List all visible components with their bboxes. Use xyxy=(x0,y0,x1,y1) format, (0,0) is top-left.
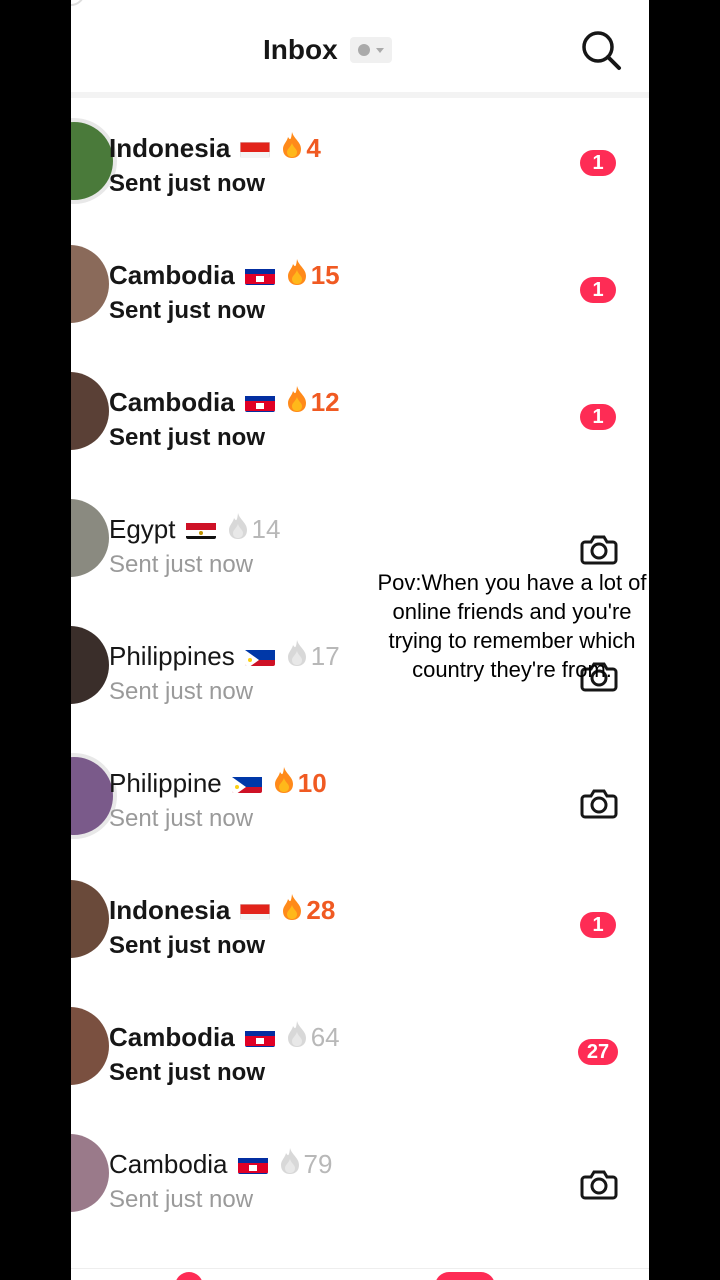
flame-icon xyxy=(285,258,309,293)
contact-name: Philippines xyxy=(109,640,235,671)
streak: 14 xyxy=(226,512,281,547)
message-status: Sent just now xyxy=(109,424,265,451)
streak-count: 15 xyxy=(310,259,340,290)
unread-badge: 27 xyxy=(578,1039,618,1065)
message-status: Sent just now xyxy=(109,170,265,197)
flame-icon xyxy=(272,766,296,801)
message-status: Sent just now xyxy=(109,805,254,832)
streak: 17 xyxy=(285,639,340,674)
streak-count: 12 xyxy=(310,386,340,417)
conversation-row[interactable]: Indonesia 4 Sent just now 1 xyxy=(71,118,649,251)
inbox-header: Inbox xyxy=(71,0,649,98)
page-title: Inbox xyxy=(263,34,338,65)
flame-icon xyxy=(285,385,309,420)
streak-count: 64 xyxy=(310,1021,340,1052)
unread-badge: 1 xyxy=(580,912,616,938)
camera-icon[interactable] xyxy=(579,529,619,569)
conversation-title: Cambodia 12 xyxy=(109,382,340,422)
conversation-title: Philippine 10 xyxy=(109,763,327,803)
streak: 64 xyxy=(285,1020,340,1055)
unread-badge: 1 xyxy=(580,277,616,303)
contact-name: Philippine xyxy=(109,767,222,798)
avatar[interactable] xyxy=(71,626,109,704)
avatar[interactable] xyxy=(71,245,109,323)
conversation-row[interactable]: Cambodia 15 Sent just now 1 xyxy=(71,245,649,378)
streak-count: 79 xyxy=(303,1148,333,1179)
message-status: Sent just now xyxy=(109,932,265,959)
camera-icon[interactable] xyxy=(579,783,619,823)
avatar[interactable] xyxy=(71,499,109,577)
flame-icon xyxy=(285,1020,309,1055)
indonesia-flag-icon xyxy=(240,900,271,920)
status-dot xyxy=(357,44,370,56)
streak-count: 10 xyxy=(297,767,327,798)
philippines-flag-icon xyxy=(231,773,262,793)
message-status: Sent just now xyxy=(109,678,254,705)
streak-count: 14 xyxy=(251,513,281,544)
conversation-row[interactable]: Philippine 10 Sent just now xyxy=(71,753,649,886)
chevron-down-icon xyxy=(375,47,384,53)
conversation-row[interactable]: Cambodia 79 Sent just now xyxy=(71,1134,649,1267)
bottom-nav-indicator xyxy=(175,1272,203,1280)
flame-icon xyxy=(280,131,304,166)
camera-icon[interactable] xyxy=(579,1164,619,1204)
overlay-caption: Pov:When you have a lot of online friend… xyxy=(377,570,647,682)
avatar[interactable] xyxy=(71,1134,109,1212)
streak: 15 xyxy=(285,258,340,293)
egypt-flag-icon xyxy=(185,519,216,539)
status-dot-icon[interactable] xyxy=(349,37,392,63)
conversation-title: Philippines 17 xyxy=(109,636,340,676)
flame-icon xyxy=(226,512,250,547)
streak-count: 4 xyxy=(306,132,321,163)
conversation-row[interactable]: Indonesia 28 Sent just now 1 xyxy=(71,880,649,1013)
title-group[interactable]: Inbox xyxy=(263,30,392,70)
conversation-title: Indonesia 4 xyxy=(109,128,321,168)
streak: 28 xyxy=(280,893,335,928)
search-icon[interactable] xyxy=(579,28,623,72)
streak-count: 17 xyxy=(310,640,340,671)
contact-name: Cambodia xyxy=(109,1148,228,1179)
cambodia-flag-icon xyxy=(237,1154,268,1174)
avatar-edge xyxy=(71,0,85,6)
contact-name: Cambodia xyxy=(109,259,235,290)
avatar[interactable] xyxy=(71,880,109,958)
conversation-row[interactable]: Cambodia 12 Sent just now 1 xyxy=(71,372,649,505)
inbox-screen: Inbox Indonesia 4 Sent just now 1 Cambodia 15… xyxy=(71,0,649,1280)
conversation-title: Cambodia 79 xyxy=(109,1144,332,1184)
cambodia-flag-icon xyxy=(244,1027,275,1047)
philippines-flag-icon xyxy=(244,646,275,666)
indonesia-flag-icon xyxy=(240,138,271,158)
contact-name: Cambodia xyxy=(109,386,235,417)
contact-name: Egypt xyxy=(109,513,176,544)
conversation-row[interactable]: Cambodia 64 Sent just now 27 xyxy=(71,1007,649,1140)
message-status: Sent just now xyxy=(109,297,265,324)
conversation-title: Egypt 14 xyxy=(109,509,280,549)
bottom-nav-create-button[interactable] xyxy=(435,1272,495,1280)
conversation-title: Indonesia 28 xyxy=(109,890,335,930)
streak: 10 xyxy=(272,766,327,801)
flame-icon xyxy=(285,639,309,674)
unread-badge: 1 xyxy=(580,150,616,176)
streak: 12 xyxy=(285,385,340,420)
cambodia-flag-icon xyxy=(244,265,275,285)
avatar[interactable] xyxy=(71,1007,109,1085)
conversation-title: Cambodia 64 xyxy=(109,1017,340,1057)
conversation-title: Cambodia 15 xyxy=(109,255,340,295)
avatar[interactable] xyxy=(71,372,109,450)
contact-name: Indonesia xyxy=(109,894,231,925)
message-status: Sent just now xyxy=(109,1186,254,1213)
contact-name: Cambodia xyxy=(109,1021,235,1052)
streak-count: 28 xyxy=(306,894,336,925)
message-status: Sent just now xyxy=(109,551,254,578)
cambodia-flag-icon xyxy=(244,392,275,412)
flame-icon xyxy=(278,1147,302,1182)
streak: 79 xyxy=(278,1147,333,1182)
flame-icon xyxy=(280,893,304,928)
unread-badge: 1 xyxy=(580,404,616,430)
contact-name: Indonesia xyxy=(109,132,231,163)
streak: 4 xyxy=(280,131,321,166)
message-status: Sent just now xyxy=(109,1059,265,1086)
bottom-nav-divider xyxy=(71,1268,649,1269)
